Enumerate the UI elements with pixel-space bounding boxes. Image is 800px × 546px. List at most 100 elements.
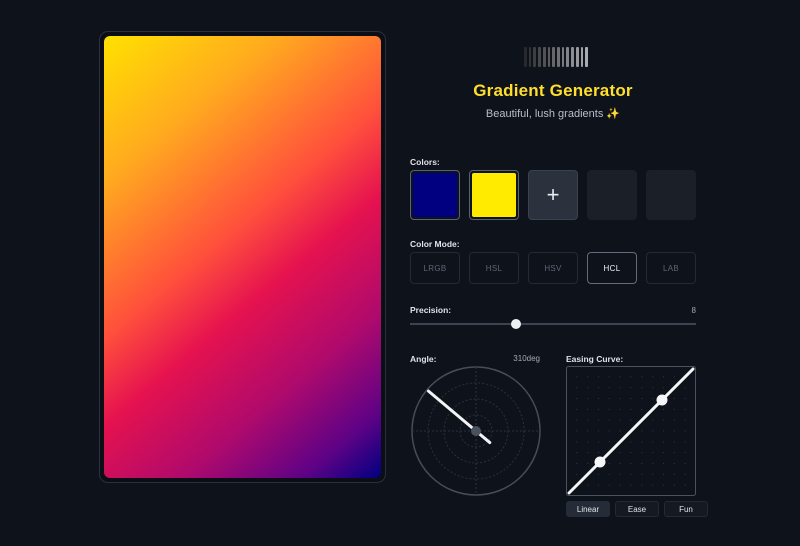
grid-dot xyxy=(673,408,675,410)
grid-dot xyxy=(576,452,578,454)
easing-control-point-2[interactable] xyxy=(656,394,668,406)
grid-dot xyxy=(619,376,621,378)
logo-bar xyxy=(585,47,589,67)
grid-dot xyxy=(652,397,654,400)
grid-dot xyxy=(587,484,589,486)
color-swatch-1[interactable] xyxy=(410,170,460,220)
grid-dot xyxy=(608,473,610,475)
grid-dot xyxy=(630,462,632,465)
logo-bar xyxy=(571,47,574,67)
grid-dot xyxy=(619,397,621,400)
grid-dot xyxy=(597,408,600,410)
grid-dot xyxy=(608,387,610,389)
grid-dot xyxy=(608,430,610,432)
grid-dot xyxy=(662,473,665,475)
mode-hsv-button[interactable]: HSV xyxy=(528,252,578,284)
easing-curve-label: Easing Curve: xyxy=(566,354,624,364)
grid-dot xyxy=(630,408,632,410)
grid-dot xyxy=(576,408,578,410)
easing-ease-button[interactable]: Ease xyxy=(615,501,659,517)
grid-dot xyxy=(630,452,632,454)
grid-dot xyxy=(587,387,589,389)
precision-value: 8 xyxy=(691,306,696,315)
empty-color-slot xyxy=(646,170,696,220)
logo-icon xyxy=(524,47,589,67)
grid-dot xyxy=(652,484,654,486)
grid-dot xyxy=(641,452,643,454)
grid-dot xyxy=(662,408,665,410)
grid-dot xyxy=(619,452,621,454)
logo-bar xyxy=(557,47,560,67)
easing-fun-button[interactable]: Fun xyxy=(664,501,708,517)
grid-dot xyxy=(641,473,643,475)
mode-hsl-button[interactable]: HSL xyxy=(469,252,519,284)
grid-dot xyxy=(673,397,675,400)
grid-dot xyxy=(630,473,632,475)
grid-dot xyxy=(684,441,686,443)
grid-dot xyxy=(576,387,578,389)
precision-label: Precision: xyxy=(410,305,452,315)
grid-dot xyxy=(587,462,589,465)
grid-dot xyxy=(619,484,621,486)
grid-dot xyxy=(619,462,621,465)
logo-bar xyxy=(547,47,551,67)
grid-dot xyxy=(576,397,578,400)
grid-dot xyxy=(608,441,610,443)
app-title: Gradient Generator xyxy=(473,81,633,100)
mode-lrgb-button[interactable]: LRGB xyxy=(410,252,460,284)
grid-dot xyxy=(597,397,600,400)
grid-dot xyxy=(597,441,600,443)
grid-dot xyxy=(641,462,643,465)
grid-dot xyxy=(673,473,675,475)
easing-control-point-1[interactable] xyxy=(594,456,606,468)
grid-dot xyxy=(597,419,600,421)
colors-label: Colors: xyxy=(410,157,440,167)
grid-dot xyxy=(684,452,686,454)
grid-dot xyxy=(652,462,654,465)
grid-dot xyxy=(597,484,600,486)
grid-dot xyxy=(673,484,675,486)
logo-bar xyxy=(566,47,570,67)
grid-dot xyxy=(608,419,610,421)
angle-label: Angle: xyxy=(410,354,437,364)
grid-dot xyxy=(652,387,654,389)
grid-dot xyxy=(662,387,665,389)
grid-dot xyxy=(641,430,643,432)
grid-dot xyxy=(652,452,654,454)
grid-dot xyxy=(673,452,675,454)
logo-bar xyxy=(524,47,527,67)
color-mode-selector: LRGB HSL HSV HCL LAB xyxy=(410,252,696,284)
plus-icon: + xyxy=(546,182,560,207)
logo-bar xyxy=(552,47,556,67)
grid-dot xyxy=(597,430,600,432)
grid-dot xyxy=(587,452,589,454)
app-subtitle: Beautiful, lush gradients ✨ xyxy=(485,108,621,120)
precision-slider-track[interactable] xyxy=(410,323,696,325)
add-color-button[interactable]: + xyxy=(528,170,578,220)
color-swatch-2[interactable] xyxy=(469,170,519,220)
precision-slider-handle[interactable] xyxy=(510,319,521,329)
grid-dot xyxy=(587,376,589,378)
grid-dot xyxy=(684,397,686,400)
swatch-color-fill xyxy=(413,173,457,217)
grid-dot xyxy=(673,441,675,443)
mode-hcl-button[interactable]: HCL xyxy=(587,252,637,284)
easing-linear-button[interactable]: Linear xyxy=(566,501,610,517)
logo-bar xyxy=(561,47,565,67)
grid-dot xyxy=(608,462,610,465)
grid-dot xyxy=(684,473,686,475)
angle-dial[interactable] xyxy=(410,365,542,497)
grid-dot xyxy=(630,387,632,389)
easing-presets: Linear Ease Fun xyxy=(566,501,708,517)
grid-dot xyxy=(652,419,654,421)
grid-dot xyxy=(641,376,643,378)
color-mode-label: Color Mode: xyxy=(410,239,460,249)
grid-dot xyxy=(673,462,675,465)
grid-dot xyxy=(576,419,578,421)
mode-lab-button[interactable]: LAB xyxy=(646,252,696,284)
easing-curve-editor[interactable] xyxy=(566,366,696,496)
angle-needle[interactable] xyxy=(427,389,478,433)
logo-bar xyxy=(533,47,537,67)
grid-dot xyxy=(576,376,578,378)
grid-dot xyxy=(673,430,675,432)
